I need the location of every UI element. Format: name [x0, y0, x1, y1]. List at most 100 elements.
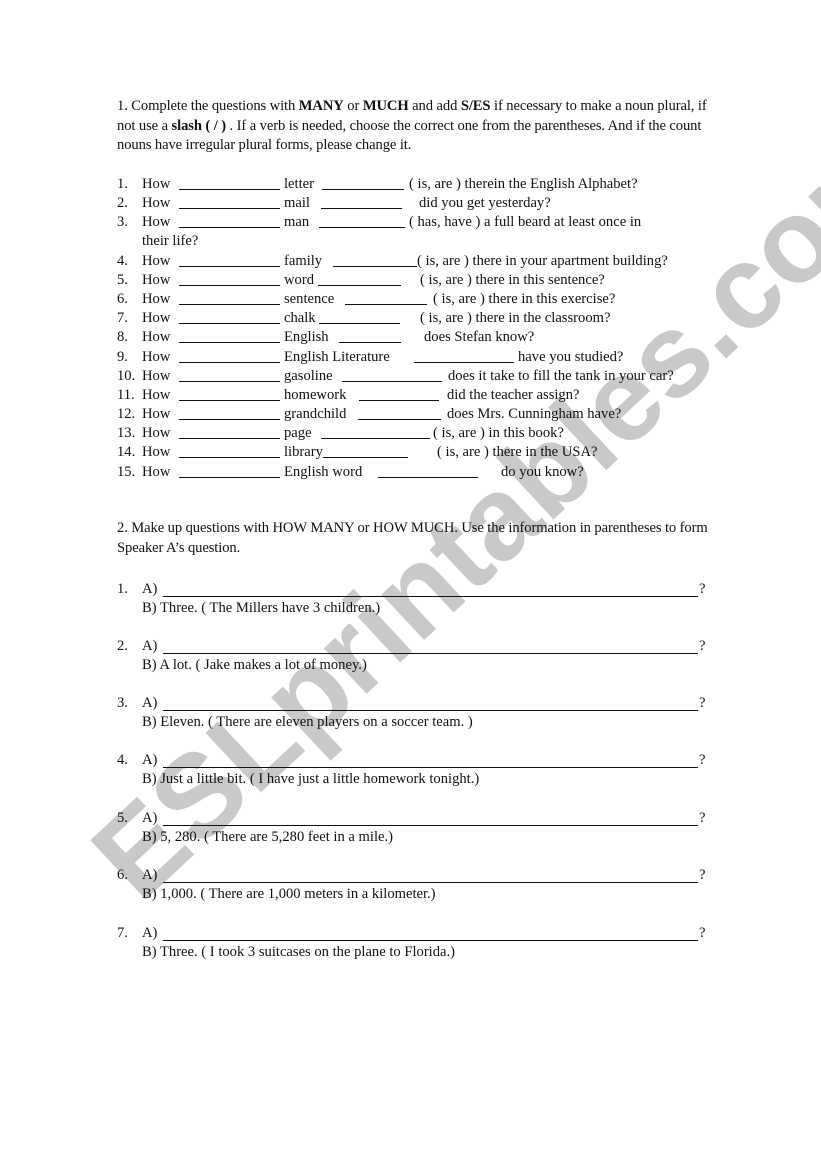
speaker-a-label: A): [142, 810, 158, 826]
question-mark: ?: [699, 581, 706, 597]
question-mark: ?: [699, 810, 706, 826]
many-much-blank[interactable]: [179, 438, 280, 439]
plural-blank[interactable]: [345, 304, 427, 305]
dialogue-item: 5. A)? B) 5, 280. ( There are 5,280 feet i…: [117, 809, 717, 849]
noun: English Literature: [284, 349, 390, 365]
noun: gasoline: [284, 368, 333, 384]
question-rest: ( is, are ) therein the English Alphabet…: [409, 176, 638, 192]
speaker-a-answer-line[interactable]: [163, 653, 698, 654]
question-number: 6.: [117, 291, 128, 307]
many-much-blank[interactable]: [179, 189, 280, 190]
plural-blank[interactable]: [342, 381, 442, 382]
question-how: How: [142, 176, 171, 192]
many-much-blank[interactable]: [179, 457, 280, 458]
item-number: 6.: [117, 867, 128, 883]
many-much-blank[interactable]: [179, 323, 280, 324]
plural-blank[interactable]: [378, 477, 478, 478]
noun: mail: [284, 195, 310, 211]
question-number: 11.: [117, 387, 135, 403]
question-how: How: [142, 368, 171, 384]
speaker-a-label: A): [142, 752, 158, 768]
plural-blank[interactable]: [359, 400, 439, 401]
question-number: 4.: [117, 253, 128, 269]
plural-blank[interactable]: [319, 227, 405, 228]
plural-blank[interactable]: [321, 438, 430, 439]
speaker-a-answer-line[interactable]: [163, 825, 698, 826]
plural-blank[interactable]: [358, 419, 441, 420]
question-rest: did you get yesterday?: [419, 195, 551, 211]
question-how: How: [142, 387, 171, 403]
plural-blank[interactable]: [322, 189, 404, 190]
speaker-b-response: B) 5, 280. ( There are 5,280 feet in a m…: [142, 829, 393, 845]
plural-blank[interactable]: [414, 362, 514, 363]
dialogue-item: 1. A)? B) Three. ( The Millers have 3 chil…: [117, 580, 717, 620]
section1-instructions: 1. Complete the questions with MANY or M…: [117, 97, 717, 156]
question-how: How: [142, 291, 171, 307]
speaker-a-answer-line[interactable]: [163, 940, 698, 941]
speaker-a-answer-line[interactable]: [163, 767, 698, 768]
question-number: 5.: [117, 272, 128, 288]
dialogue-item: 7. A)? B) Three. ( I took 3 suitcases on t…: [117, 924, 717, 964]
item-number: 3.: [117, 695, 128, 711]
question-number: 12.: [117, 406, 136, 422]
question-mark: ?: [699, 925, 706, 941]
question-rest: ( is, are ) in this book?: [433, 425, 564, 441]
speaker-a-label: A): [142, 581, 158, 597]
many-much-blank[interactable]: [179, 266, 280, 267]
plural-blank[interactable]: [323, 457, 408, 458]
plural-blank[interactable]: [333, 266, 417, 267]
dialogue-item: 3. A)? B) Eleven. ( There are eleven playe…: [117, 694, 717, 734]
question-number: 1.: [117, 176, 128, 192]
noun: library: [284, 444, 323, 460]
keyword-ses: S/ES: [460, 98, 491, 114]
many-much-blank[interactable]: [179, 477, 280, 478]
question-rest: ( is, are ) there in this sentence?: [420, 272, 605, 288]
speaker-a-label: A): [142, 638, 158, 654]
many-much-blank[interactable]: [179, 381, 280, 382]
many-much-blank[interactable]: [179, 304, 280, 305]
plural-blank[interactable]: [318, 285, 401, 286]
question-rest: have you studied?: [518, 349, 624, 365]
many-much-blank[interactable]: [179, 227, 280, 228]
many-much-blank[interactable]: [179, 362, 280, 363]
speaker-b-response: B) 1,000. ( There are 1,000 meters in a …: [142, 886, 436, 902]
speaker-b-response: B) Three. ( I took 3 suitcases on the pl…: [142, 944, 456, 960]
question-how: How: [142, 214, 171, 230]
item-number: 4.: [117, 752, 128, 768]
plural-blank[interactable]: [339, 342, 401, 343]
question-number: 2.: [117, 195, 128, 211]
noun: word: [284, 272, 314, 288]
keyword-many: MANY: [298, 98, 344, 114]
speaker-a-answer-line[interactable]: [163, 596, 698, 597]
many-much-blank[interactable]: [179, 342, 280, 343]
question-rest: did the teacher assign?: [447, 387, 580, 403]
question-rest: ( is, are ) there in this exercise?: [433, 291, 616, 307]
noun: grandchild: [284, 406, 347, 422]
question-rest: ( has, have ) a full beard at least once…: [409, 214, 642, 230]
question-how: How: [142, 195, 171, 211]
noun: sentence: [284, 291, 335, 307]
item-number: 5.: [117, 810, 128, 826]
question-number: 7.: [117, 310, 128, 326]
question-how: How: [142, 406, 171, 422]
question-mark: ?: [699, 638, 706, 654]
item-number: 2.: [117, 638, 128, 654]
dialogue-item: 6. A)? B) 1,000. ( There are 1,000 meters …: [117, 866, 717, 906]
speaker-a-answer-line[interactable]: [163, 710, 698, 711]
many-much-blank[interactable]: [179, 400, 280, 401]
many-much-blank[interactable]: [179, 419, 280, 420]
many-much-blank[interactable]: [179, 208, 280, 209]
many-much-blank[interactable]: [179, 285, 280, 286]
speaker-a-label: A): [142, 695, 158, 711]
question-number: 14.: [117, 444, 136, 460]
question-how: How: [142, 464, 171, 480]
question-how: How: [142, 253, 171, 269]
noun: English word: [284, 464, 363, 480]
question-how: How: [142, 349, 171, 365]
question-mark: ?: [699, 752, 706, 768]
plural-blank[interactable]: [321, 208, 402, 209]
speaker-a-answer-line[interactable]: [163, 882, 698, 883]
plural-blank[interactable]: [319, 323, 400, 324]
question-number: 9.: [117, 349, 128, 365]
dialogue-item: 4. A)? B) Just a little bit. ( I have just…: [117, 751, 717, 791]
